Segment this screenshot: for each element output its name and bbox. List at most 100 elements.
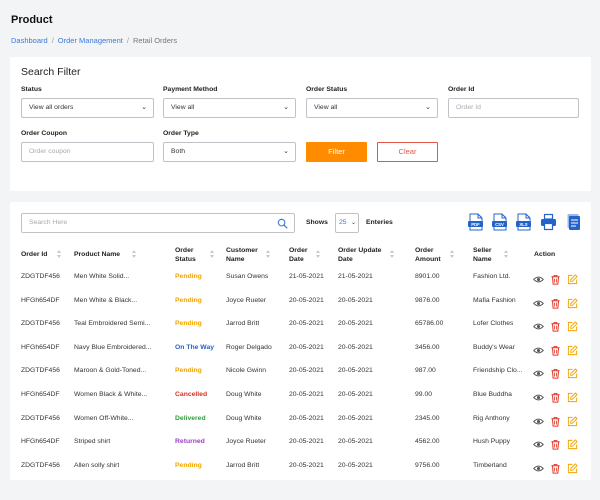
chevron-down-icon: ⌄ xyxy=(425,104,431,111)
edit-icon[interactable] xyxy=(567,461,578,473)
column-header-text: Customer xyxy=(226,247,258,254)
trash-icon[interactable] xyxy=(550,319,561,332)
column-header-text: Action xyxy=(534,251,556,258)
cell-order-date: 20-05-2021 xyxy=(289,367,324,375)
column-header-text: Status xyxy=(175,255,196,263)
eye-icon[interactable] xyxy=(533,390,544,401)
breadcrumb-separator: / xyxy=(51,36,54,45)
sort-icon[interactable] xyxy=(504,250,509,259)
edit-icon[interactable] xyxy=(567,296,578,308)
eye-icon[interactable] xyxy=(533,437,544,448)
sort-icon[interactable] xyxy=(132,250,137,259)
filter-button[interactable]: Filter xyxy=(306,142,367,162)
sort-icon[interactable] xyxy=(266,250,271,259)
breadcrumb-dashboard[interactable]: Dashboard xyxy=(11,36,48,45)
column-header-product-name[interactable]: Product Name xyxy=(74,251,120,260)
edit-icon[interactable] xyxy=(567,272,578,285)
sort-icon[interactable] xyxy=(210,250,215,259)
order-status-select[interactable]: View all ⌄ xyxy=(306,98,438,118)
cell-order-amount: 4562.00 xyxy=(415,438,440,446)
cell-product-name: Men White & Black... xyxy=(74,296,138,304)
cell-order-id: ZDGTDF456 xyxy=(21,461,60,469)
trash-icon[interactable] xyxy=(550,272,561,285)
cell-order-date: 20-05-2021 xyxy=(289,296,324,304)
trash-icon[interactable] xyxy=(550,461,561,474)
column-header-order-id[interactable]: Order Id xyxy=(21,251,47,260)
column-header-text: Order xyxy=(175,247,194,254)
cell-order-update-date: 20-05-2021 xyxy=(338,461,373,469)
status-select[interactable]: View all orders ⌄ xyxy=(21,98,154,118)
column-header-seller-name[interactable]: Seller Name xyxy=(473,247,492,264)
search-input[interactable]: Search Here xyxy=(21,213,295,233)
edit-icon[interactable] xyxy=(567,390,578,403)
trash-icon[interactable] xyxy=(550,437,561,450)
table-row: HFGh654DF Striped shirt Returned Joyce Ruet… xyxy=(10,431,591,455)
page-size-value: 25 xyxy=(339,219,347,226)
column-header-text: Order xyxy=(415,247,434,254)
column-header-order-amount[interactable]: Order Amount xyxy=(415,247,441,264)
cell-seller-name: Mafia Fashion xyxy=(473,296,516,304)
trash-icon[interactable] xyxy=(550,390,561,403)
cell-seller-name: Fashion Ltd. xyxy=(473,273,511,280)
print-icon[interactable] xyxy=(540,213,557,231)
eye-icon[interactable] xyxy=(533,343,544,354)
column-header-text: Product Name xyxy=(74,251,121,258)
trash-icon[interactable] xyxy=(550,414,561,427)
edit-icon[interactable] xyxy=(567,437,578,450)
cell-customer-name: Nicole Gwinn xyxy=(226,367,267,375)
trash-icon[interactable] xyxy=(550,366,561,379)
column-header-order-update-date[interactable]: Order Update Date xyxy=(338,247,381,264)
order-coupon-input[interactable]: Order coupon xyxy=(21,142,154,162)
eye-icon[interactable] xyxy=(533,414,544,425)
cell-customer-name: Doug White xyxy=(226,391,262,398)
breadcrumb-order-management[interactable]: Order Management xyxy=(58,36,123,45)
order-coupon-placeholder: Order coupon xyxy=(29,148,71,155)
table-row: ZDGTDF456 Allen solly shirt Pending Jarrod … xyxy=(10,455,591,479)
csv-export-icon[interactable]: CSV xyxy=(491,213,508,231)
order-type-label: Order Type xyxy=(163,130,199,137)
page-size-select[interactable]: 25 ⌄ xyxy=(335,213,359,233)
cell-order-amount: 9876.00 xyxy=(415,296,440,304)
column-header-order-date[interactable]: Order Date xyxy=(289,247,308,264)
edit-icon[interactable] xyxy=(567,319,578,332)
payment-method-select[interactable]: View all ⌄ xyxy=(163,98,296,118)
edit-icon[interactable] xyxy=(567,343,578,355)
table-row: ZDGTDF456 Women Off-White... Delivered Doug… xyxy=(10,408,591,432)
document-icon[interactable] xyxy=(565,213,582,231)
column-header-text: Order xyxy=(289,247,308,254)
eye-icon[interactable] xyxy=(533,272,544,283)
cell-seller-name: Timberland xyxy=(473,461,507,469)
cell-order-update-date: 20-05-2021 xyxy=(338,438,373,446)
cell-seller-name: Lofer Clothes xyxy=(473,320,514,328)
eye-icon[interactable] xyxy=(533,366,544,377)
trash-icon[interactable] xyxy=(550,296,561,309)
column-header-customer-name[interactable]: Customer Name xyxy=(226,247,258,264)
chevron-down-icon: ⌄ xyxy=(283,104,289,111)
edit-icon[interactable] xyxy=(567,414,578,426)
order-id-label: Order Id xyxy=(448,86,475,93)
sort-icon[interactable] xyxy=(450,250,455,259)
eye-icon[interactable] xyxy=(533,296,544,307)
column-header-text: Date xyxy=(289,255,304,263)
sort-icon[interactable] xyxy=(316,250,321,259)
cell-seller-name: Blue Buddha xyxy=(473,391,512,398)
order-id-input[interactable]: Order Id xyxy=(448,98,579,118)
table-row: ZDGTDF456 Maroon & Gold-Toned... Pending Ni… xyxy=(10,360,591,384)
clear-button[interactable]: Clear xyxy=(377,142,438,162)
cell-product-name: Striped shirt xyxy=(74,438,111,446)
xls-export-icon[interactable]: XLS xyxy=(515,213,532,231)
eye-icon[interactable] xyxy=(533,319,544,330)
pdf-export-icon[interactable]: PDF xyxy=(467,213,484,231)
column-header-order-status[interactable]: Order Status xyxy=(175,247,196,264)
edit-icon[interactable] xyxy=(567,366,578,379)
cell-order-status: Pending xyxy=(175,320,202,328)
eye-icon[interactable] xyxy=(533,461,544,472)
order-type-select[interactable]: Both ⌄ xyxy=(163,142,296,162)
cell-order-status: Returned xyxy=(175,438,205,446)
cell-order-id: HFGh654DF xyxy=(21,296,60,304)
sort-icon[interactable] xyxy=(390,250,395,259)
cell-order-id: ZDGTDF456 xyxy=(21,320,60,328)
csv-export-label: CSV xyxy=(495,222,504,227)
trash-icon[interactable] xyxy=(550,343,561,356)
sort-icon[interactable] xyxy=(57,250,62,259)
